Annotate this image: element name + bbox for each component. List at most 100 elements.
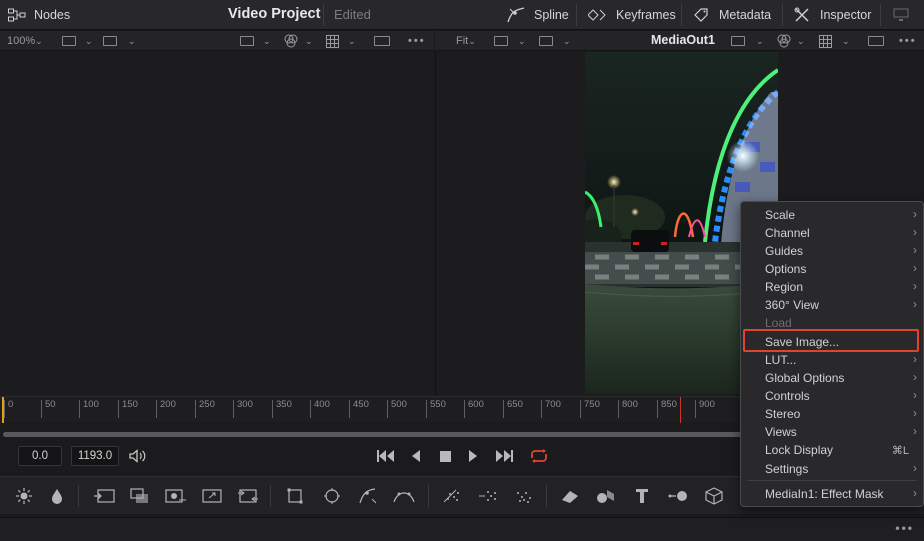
left-view-a-button[interactable] (62, 34, 76, 48)
chevron-down-icon: ⌄ (263, 35, 271, 46)
menu-item-views[interactable]: Views › (741, 423, 923, 441)
saver-tool[interactable] (164, 485, 188, 507)
menu-item-region[interactable]: Region › (741, 278, 923, 296)
roi-icon (240, 36, 254, 46)
left-grid-button[interactable] (326, 34, 339, 48)
nodes-icon (8, 8, 26, 22)
go-to-start-button[interactable] (375, 447, 397, 465)
right-roi-button[interactable] (731, 34, 745, 48)
left-roi-button[interactable] (240, 34, 254, 48)
chevron-right-icon: › (913, 388, 917, 402)
ellipse-mask-tool[interactable] (320, 485, 344, 507)
right-zoom-value: Fit (456, 35, 469, 47)
left-color-button[interactable] (283, 34, 299, 48)
menu-item-guides[interactable]: Guides › (741, 242, 923, 260)
menu-item-options[interactable]: Options › (741, 260, 923, 278)
right-safe-frame-button[interactable] (868, 34, 884, 48)
right-view-a-dropdown[interactable]: ⌄ (518, 34, 526, 48)
color-channels-icon (284, 34, 298, 48)
render-end-marker (680, 397, 681, 423)
right-view-a-button[interactable] (494, 34, 508, 48)
go-to-end-button[interactable] (493, 447, 515, 465)
fullscreen-button[interactable] (893, 0, 909, 30)
view-b-icon (103, 36, 117, 46)
particle-render-tool[interactable] (476, 485, 500, 507)
left-zoom-dropdown[interactable]: 100% ⌄ (7, 34, 43, 48)
right-grid-button[interactable] (819, 34, 832, 48)
merge-tool[interactable] (128, 485, 152, 507)
shape-3d-tool[interactable] (594, 485, 618, 507)
menu-item-label: MediaIn1: Effect Mask (765, 487, 884, 501)
transform-tool[interactable] (200, 485, 224, 507)
ruler-tick-label: 900 (695, 400, 715, 418)
play-reverse-button[interactable] (405, 447, 427, 465)
polygon-mask-tool[interactable] (356, 485, 380, 507)
right-view-b-dropdown[interactable]: ⌄ (563, 34, 571, 48)
left-color-dropdown[interactable]: ⌄ (305, 34, 313, 48)
menu-item-global-options[interactable]: Global Options › (741, 369, 923, 387)
left-safe-frame-button[interactable] (374, 34, 390, 48)
merge-3d-tool[interactable] (666, 485, 690, 507)
menu-item-channel[interactable]: Channel › (741, 224, 923, 242)
right-color-dropdown[interactable]: ⌄ (797, 34, 805, 48)
right-grid-dropdown[interactable]: ⌄ (842, 34, 850, 48)
chevron-right-icon: › (913, 297, 917, 311)
left-more-button[interactable]: ••• (408, 34, 426, 48)
playhead[interactable] (2, 397, 4, 423)
left-view-b-dropdown[interactable]: ⌄ (128, 34, 136, 48)
metadata-button[interactable]: Metadata (693, 0, 771, 30)
rectangle-mask-tool[interactable] (283, 485, 307, 507)
loader-tool[interactable] (92, 485, 116, 507)
particles-spray-icon (479, 491, 496, 501)
right-more-button[interactable]: ••• (899, 34, 917, 48)
menu-item-lock-display[interactable]: Lock Display ⌘L (741, 441, 923, 459)
ruler-tick-label: 150 (118, 400, 138, 418)
particle-emitter-tool[interactable] (440, 485, 464, 507)
play-forward-button[interactable] (462, 447, 484, 465)
bspline-mask-tool[interactable] (392, 485, 416, 507)
paint-tool[interactable] (45, 485, 69, 507)
loop-button[interactable] (528, 447, 550, 465)
polygon-icon (359, 488, 377, 504)
audio-button[interactable] (127, 447, 149, 465)
right-zoom-dropdown[interactable]: Fit ⌄ (456, 34, 476, 48)
menu-item-controls[interactable]: Controls › (741, 387, 923, 405)
play-reverse-icon (412, 450, 420, 462)
inspector-button[interactable]: Inspector (794, 0, 871, 30)
nodes-button[interactable]: Nodes (8, 0, 70, 30)
menu-item-lut[interactable]: LUT... › (741, 351, 923, 369)
timeline-scrubber[interactable] (3, 432, 743, 437)
end-time-field[interactable]: 1193.0 (71, 446, 119, 466)
left-viewer-toolbar: 100% ⌄ ⌄ ⌄ ⌄ ⌄ ⌄ ••• (0, 31, 434, 51)
keyframes-button[interactable]: Keyframes (588, 0, 676, 30)
menu-item-mediain1-effect-mask[interactable]: MediaIn1: Effect Mask › (741, 485, 923, 503)
left-grid-dropdown[interactable]: ⌄ (348, 34, 356, 48)
save-image-highlight (743, 329, 919, 352)
menu-item-scale[interactable]: Scale › (741, 206, 923, 224)
left-view-b-button[interactable] (103, 34, 117, 48)
resize-tool[interactable] (236, 485, 260, 507)
right-roi-dropdown[interactable]: ⌄ (756, 34, 764, 48)
left-view-a-dropdown[interactable]: ⌄ (85, 34, 93, 48)
ruler-tick-label: 650 (503, 400, 523, 418)
left-viewer[interactable] (0, 52, 434, 396)
menu-item-360-view[interactable]: 360° View › (741, 296, 923, 314)
merge-icon (130, 488, 148, 503)
background-tool[interactable] (12, 485, 36, 507)
image-plane-3d-tool[interactable] (558, 485, 582, 507)
right-color-button[interactable] (776, 34, 792, 48)
ruler-tick-label: 500 (387, 400, 407, 418)
menu-item-stereo[interactable]: Stereo › (741, 405, 923, 423)
metadata-label: Metadata (719, 8, 772, 22)
left-roi-dropdown[interactable]: ⌄ (263, 34, 271, 48)
stop-button[interactable] (434, 447, 456, 465)
text-particles-tool[interactable] (512, 485, 536, 507)
right-view-b-button[interactable] (539, 34, 553, 48)
text-3d-tool[interactable] (630, 485, 654, 507)
renderer-3d-tool[interactable] (702, 485, 726, 507)
spline-button[interactable]: Spline (506, 0, 569, 30)
ruler-tick-label: 400 (310, 400, 330, 418)
status-more-button[interactable]: ••• (895, 521, 914, 535)
menu-item-settings[interactable]: Settings › (741, 460, 923, 478)
current-time-field[interactable]: 0.0 (18, 446, 62, 466)
